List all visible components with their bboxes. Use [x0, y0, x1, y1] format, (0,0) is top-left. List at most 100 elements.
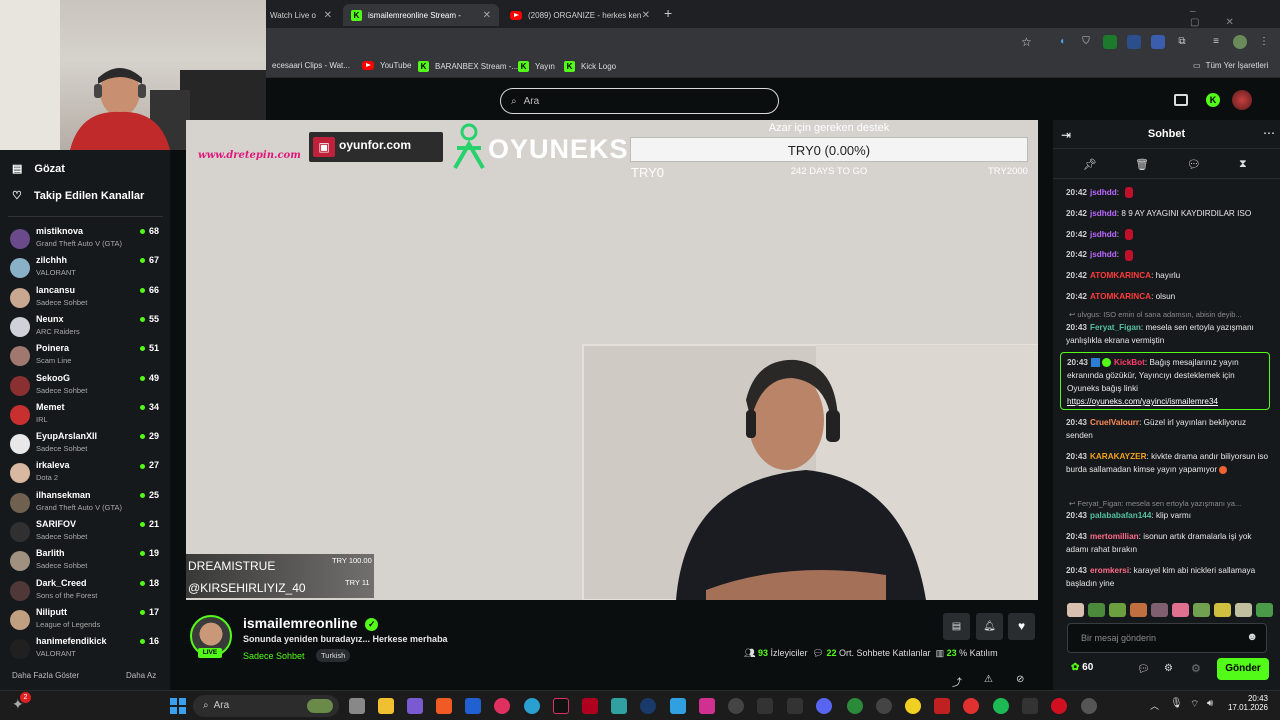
chat-username[interactable]: KickBot — [1114, 358, 1145, 367]
emote-icon[interactable] — [1130, 603, 1147, 617]
menu-icon[interactable]: ⋮ — [1257, 35, 1271, 49]
sidebar-channel[interactable]: ilhansekman Grand Theft Auto V (GTA) 25 — [10, 488, 165, 516]
steam-icon[interactable] — [640, 698, 656, 714]
emote-icon[interactable] — [1214, 603, 1231, 617]
bookmark-item[interactable]: K BARANBEX Stream -... — [418, 61, 518, 72]
puzzle-icon[interactable]: ⧉ — [1175, 35, 1189, 49]
nav-browse[interactable]: ▤ Gözat — [12, 162, 65, 176]
mic-icon[interactable]: 🎙︎ — [1170, 698, 1183, 709]
channel-points[interactable]: ✿ 60 — [1071, 662, 1093, 673]
emote-icon[interactable] — [1256, 603, 1273, 617]
chat-icon[interactable]: 💬︎ — [1137, 664, 1150, 675]
emote-icon[interactable] — [1235, 603, 1252, 617]
extension-icon[interactable]: ⚙ — [1191, 662, 1201, 675]
send-button[interactable]: Gönder — [1217, 658, 1269, 680]
emote-icon[interactable] — [1193, 603, 1210, 617]
show-more-link[interactable]: Daha Fazla Göster — [12, 671, 79, 680]
chat-menu-icon[interactable]: ⋯ — [1263, 126, 1275, 140]
sidebar-channel[interactable]: lancansu Sadece Sohbet 66 — [10, 283, 165, 311]
sidebar-channel[interactable]: EyupArslanXII Sadece Sohbet 29 — [10, 429, 165, 457]
emote-icon[interactable] — [1109, 603, 1126, 617]
share-icon[interactable]: ⤴ — [952, 674, 962, 689]
hourglass-icon[interactable]: ⧗ — [1239, 158, 1247, 171]
channel-name-row[interactable]: ismailemreonline ✓ — [243, 615, 379, 631]
search-input[interactable]: ⌕ Ara — [500, 88, 779, 114]
donation-link[interactable]: https://oyuneks.com/yayinci/ismailemre34 — [1067, 395, 1265, 408]
emoji-picker-icon[interactable]: ☻ — [1246, 631, 1258, 643]
clock[interactable]: 20:43 17.01.2026 — [1226, 694, 1268, 712]
window-controls[interactable]: –▢✕ — [1190, 6, 1280, 28]
profile-avatar[interactable] — [1233, 35, 1247, 49]
clip-button[interactable]: ▤ — [943, 613, 970, 640]
extension-icon[interactable]: ◖ — [1055, 35, 1069, 49]
app-icon[interactable] — [934, 698, 950, 714]
chat-username[interactable]: jsdhdd — [1090, 250, 1117, 259]
taskbar-search[interactable]: ⌕ Ara — [193, 695, 339, 717]
other-bookmarks[interactable]: ▭ Tüm Yer İşaretleri — [1193, 61, 1268, 70]
netflix-icon[interactable] — [582, 698, 598, 714]
brave-icon[interactable] — [436, 698, 452, 714]
pin-icon[interactable]: 📌︎ — [1083, 158, 1097, 171]
emote-icon[interactable] — [1172, 603, 1189, 617]
tab-youtube[interactable]: (2089) ORGANIZE - herkes ken ✕ — [502, 4, 658, 26]
follow-heart-button[interactable]: ♥ — [1008, 613, 1035, 640]
windows-start-icon[interactable] — [170, 698, 186, 714]
report-icon[interactable]: ⚠ — [984, 674, 993, 685]
chat-username[interactable]: mertomillian — [1090, 532, 1139, 541]
emote-icon[interactable] — [1151, 603, 1168, 617]
star-icon[interactable]: ☆ — [1021, 35, 1032, 49]
chat-username[interactable]: Feryat_Figan — [1090, 323, 1141, 332]
instagram-icon[interactable] — [699, 698, 715, 714]
app-icon[interactable] — [611, 698, 627, 714]
emote-icon[interactable] — [1067, 603, 1084, 617]
app-icon[interactable] — [728, 698, 744, 714]
tiktok-icon[interactable] — [553, 698, 569, 714]
epic-games-icon[interactable] — [757, 698, 773, 714]
sidebar-channel[interactable]: SARIFOV Sadece Sohbet 21 — [10, 517, 165, 545]
extension-icon[interactable] — [1127, 35, 1141, 49]
app-icon[interactable] — [494, 698, 510, 714]
twitter-icon[interactable] — [670, 698, 686, 714]
chevron-up-icon[interactable]: ︿ — [1150, 699, 1159, 712]
app-icon[interactable] — [1022, 698, 1038, 714]
sidebar-channel[interactable]: hanimefendikick VALORANT 16 — [10, 634, 165, 662]
sidebar-channel[interactable]: Barlith Sadece Sohbet 19 — [10, 546, 165, 574]
chat-username[interactable]: eromkersi — [1090, 566, 1129, 575]
close-icon[interactable]: ✕ — [483, 10, 491, 21]
close-icon[interactable]: ✕ — [324, 10, 332, 21]
trash-icon[interactable]: 🗑︎ — [1135, 158, 1149, 171]
app-icon[interactable] — [465, 698, 481, 714]
new-tab-button[interactable]: + — [664, 5, 672, 21]
user-avatar[interactable] — [1232, 90, 1252, 110]
app-icon[interactable] — [1081, 698, 1097, 714]
discord-icon[interactable] — [816, 698, 832, 714]
bookmark-item[interactable]: K Kick Logo — [564, 61, 616, 72]
sidebar-channel[interactable]: zilchhh VALORANT 67 — [10, 253, 165, 281]
language-tag[interactable]: Turkish — [316, 649, 351, 662]
wifi-icon[interactable]: ⌔ — [1190, 698, 1199, 711]
mute-icon[interactable]: ⊘ — [1016, 674, 1024, 685]
sidebar-channel[interactable]: Poinera Scam Line 51 — [10, 341, 165, 369]
sidebar-channel[interactable]: Neunx ARC Raiders 55 — [10, 312, 165, 340]
sidebar-channel[interactable]: Niliputt League of Legends 17 — [10, 605, 165, 633]
kick-logo-icon[interactable]: K — [1206, 93, 1220, 107]
gear-icon[interactable]: ⚙ — [1164, 663, 1173, 674]
app-icon[interactable] — [787, 698, 803, 714]
sidebar-channel[interactable]: Memet IRL 34 — [10, 400, 165, 428]
bell-icon[interactable]: 🔔︎ — [976, 613, 1003, 640]
bookmark-item[interactable]: K Yayın — [518, 61, 555, 72]
media-icon[interactable]: ≡ — [1209, 35, 1223, 49]
tab-watch-live[interactable]: Watch Live o ✕ — [262, 4, 340, 26]
sidebar-channel[interactable]: mistiknova Grand Theft Auto V (GTA) 68 — [10, 224, 165, 252]
opera-icon[interactable] — [1051, 698, 1067, 714]
nav-following[interactable]: ♡ Takip Edilen Kanallar — [12, 189, 144, 203]
chat-username[interactable]: ATOMKARINCA — [1090, 271, 1151, 280]
sidebar-channel[interactable]: Dark_Creed Sons of the Forest 18 — [10, 576, 165, 604]
edge-icon[interactable] — [524, 698, 540, 714]
shield-icon[interactable]: ⛉ — [1079, 35, 1093, 49]
tab-kick-stream[interactable]: K ismailemreonline Stream - ✕ — [343, 4, 499, 26]
app-icon[interactable] — [407, 698, 423, 714]
spotify-icon[interactable] — [993, 698, 1009, 714]
video-player[interactable]: www.dretepin.com ▣ oyunfor.com OYUNEKS A… — [186, 120, 1038, 600]
chat-username[interactable]: palababafan144 — [1090, 511, 1151, 520]
